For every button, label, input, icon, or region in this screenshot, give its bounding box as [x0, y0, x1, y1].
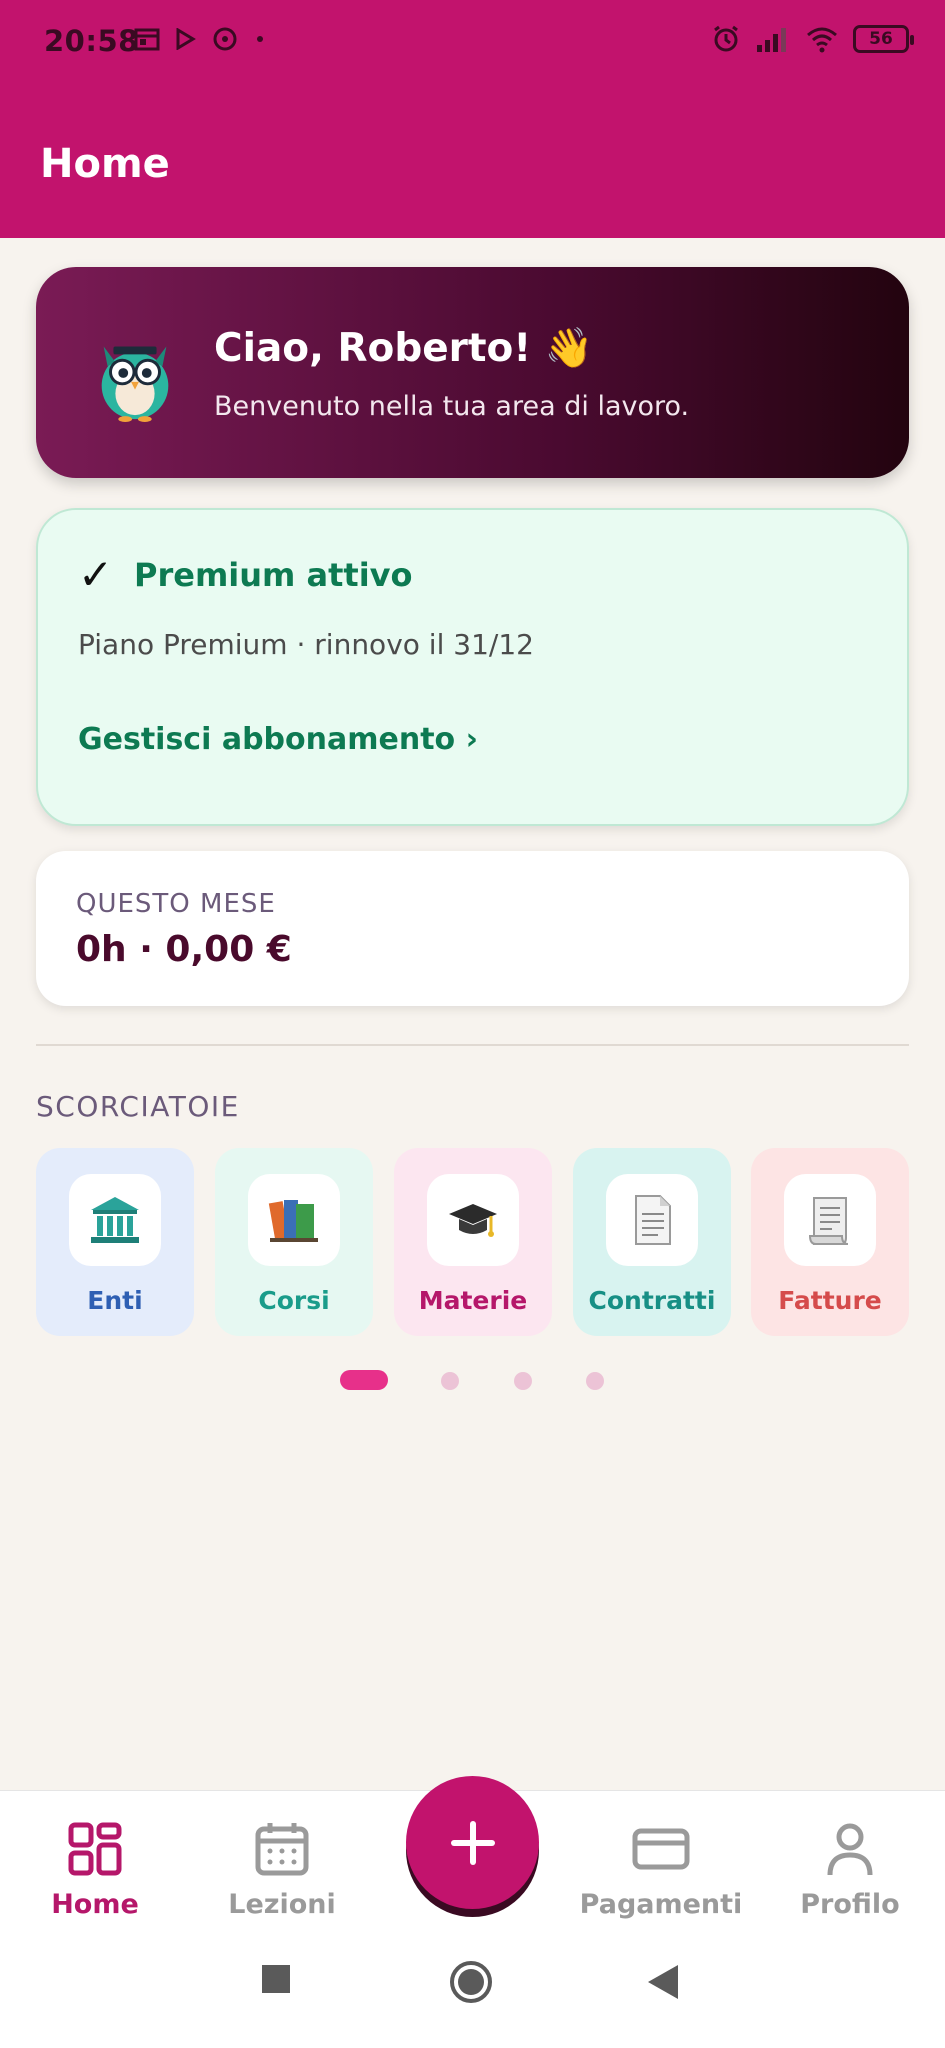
greeting-title: Ciao, Roberto! 👋	[214, 326, 594, 371]
shortcut-label: Fatture	[778, 1286, 882, 1315]
signal-icon	[757, 28, 786, 52]
nav-label: Pagamenti	[579, 1889, 743, 1920]
shortcut-fatture[interactable]: Fatture	[751, 1148, 909, 1336]
add-button[interactable]	[406, 1776, 539, 1909]
shortcut-label: Materie	[418, 1286, 528, 1315]
month-label: QUESTO MESE	[76, 889, 276, 919]
page-dot[interactable]	[586, 1372, 604, 1390]
pagination-dots	[0, 1370, 945, 1390]
status-time: 20:58	[44, 24, 139, 58]
shortcut-enti[interactable]: Enti	[36, 1148, 194, 1336]
divider	[36, 1044, 909, 1046]
nav-home[interactable]: Home	[0, 1791, 190, 1936]
status-left-icons	[134, 26, 266, 52]
home-circle-icon[interactable]	[448, 1959, 494, 2005]
calendar-icon	[255, 1823, 309, 1876]
wifi-icon	[807, 27, 837, 53]
shortcut-label: Contratti	[588, 1286, 716, 1315]
page-dot-active[interactable]	[340, 1370, 388, 1390]
greeting-subtitle: Benvenuto nella tua area di lavoro.	[214, 391, 690, 422]
recents-icon[interactable]	[262, 1965, 290, 1993]
calendar-icon	[134, 28, 160, 51]
greeting-card: Ciao, Roberto! 👋 Benvenuto nella tua are…	[36, 267, 909, 478]
shortcuts-carousel[interactable]: Enti Corsi Materie Contratti Fatture	[36, 1148, 909, 1336]
nav-lezioni[interactable]: Lezioni	[187, 1791, 377, 1936]
page-dot[interactable]	[441, 1372, 459, 1390]
shortcut-materie[interactable]: Materie	[394, 1148, 552, 1336]
user-icon	[827, 1823, 873, 1876]
document-icon	[635, 1195, 671, 1245]
check-icon: ✓	[78, 550, 114, 599]
page-dot[interactable]	[514, 1372, 532, 1390]
shortcut-label: Corsi	[258, 1286, 330, 1315]
credit-card-icon	[632, 1828, 690, 1870]
plus-icon	[450, 1820, 495, 1865]
battery-level: 56	[869, 29, 893, 49]
nav-label: Lezioni	[228, 1889, 336, 1920]
system-nav-bar	[0, 1935, 945, 2048]
shortcut-label: Enti	[87, 1286, 143, 1315]
shortcut-corsi[interactable]: Corsi	[215, 1148, 373, 1336]
books-icon	[268, 1200, 318, 1242]
play-icon	[176, 28, 196, 50]
alarm-icon	[714, 25, 738, 52]
owl-mascot-icon	[101, 346, 169, 423]
app-bar: Home	[0, 86, 945, 238]
shortcut-tile	[784, 1174, 876, 1266]
shortcut-tile	[606, 1174, 698, 1266]
page-title: Home	[40, 141, 170, 187]
status-bar: 20:58 56	[0, 0, 945, 86]
battery-icon: 56	[853, 25, 914, 53]
premium-title: Premium attivo	[134, 556, 413, 594]
shortcut-tile	[427, 1174, 519, 1266]
premium-subtitle: Piano Premium · rinnovo il 31/12	[78, 628, 534, 661]
back-icon[interactable]	[648, 1965, 680, 1999]
shortcut-tile	[248, 1174, 340, 1266]
month-value: 0h · 0,00 €	[76, 929, 292, 970]
shortcut-contratti[interactable]: Contratti	[573, 1148, 731, 1336]
nav-pagamenti[interactable]: Pagamenti	[566, 1791, 756, 1936]
shortcut-tile	[69, 1174, 161, 1266]
premium-card: ✓ Premium attivo Piano Premium · rinnovo…	[36, 508, 909, 826]
cloud-icon	[213, 27, 237, 51]
nav-label: Profilo	[800, 1889, 900, 1920]
bank-icon	[91, 1197, 139, 1243]
dot-icon	[257, 36, 263, 42]
receipt-icon	[808, 1197, 849, 1245]
nav-label: Home	[51, 1889, 139, 1920]
grid-icon	[68, 1822, 122, 1876]
month-summary-card[interactable]: QUESTO MESE 0h · 0,00 €	[36, 851, 909, 1006]
shortcuts-label: SCORCIATOIE	[36, 1090, 240, 1123]
status-right-icons: 56	[711, 24, 914, 54]
nav-profilo[interactable]: Profilo	[755, 1791, 945, 1936]
graduation-cap-icon	[449, 1204, 497, 1237]
manage-subscription-link[interactable]: Gestisci abbonamento ›	[78, 722, 478, 757]
